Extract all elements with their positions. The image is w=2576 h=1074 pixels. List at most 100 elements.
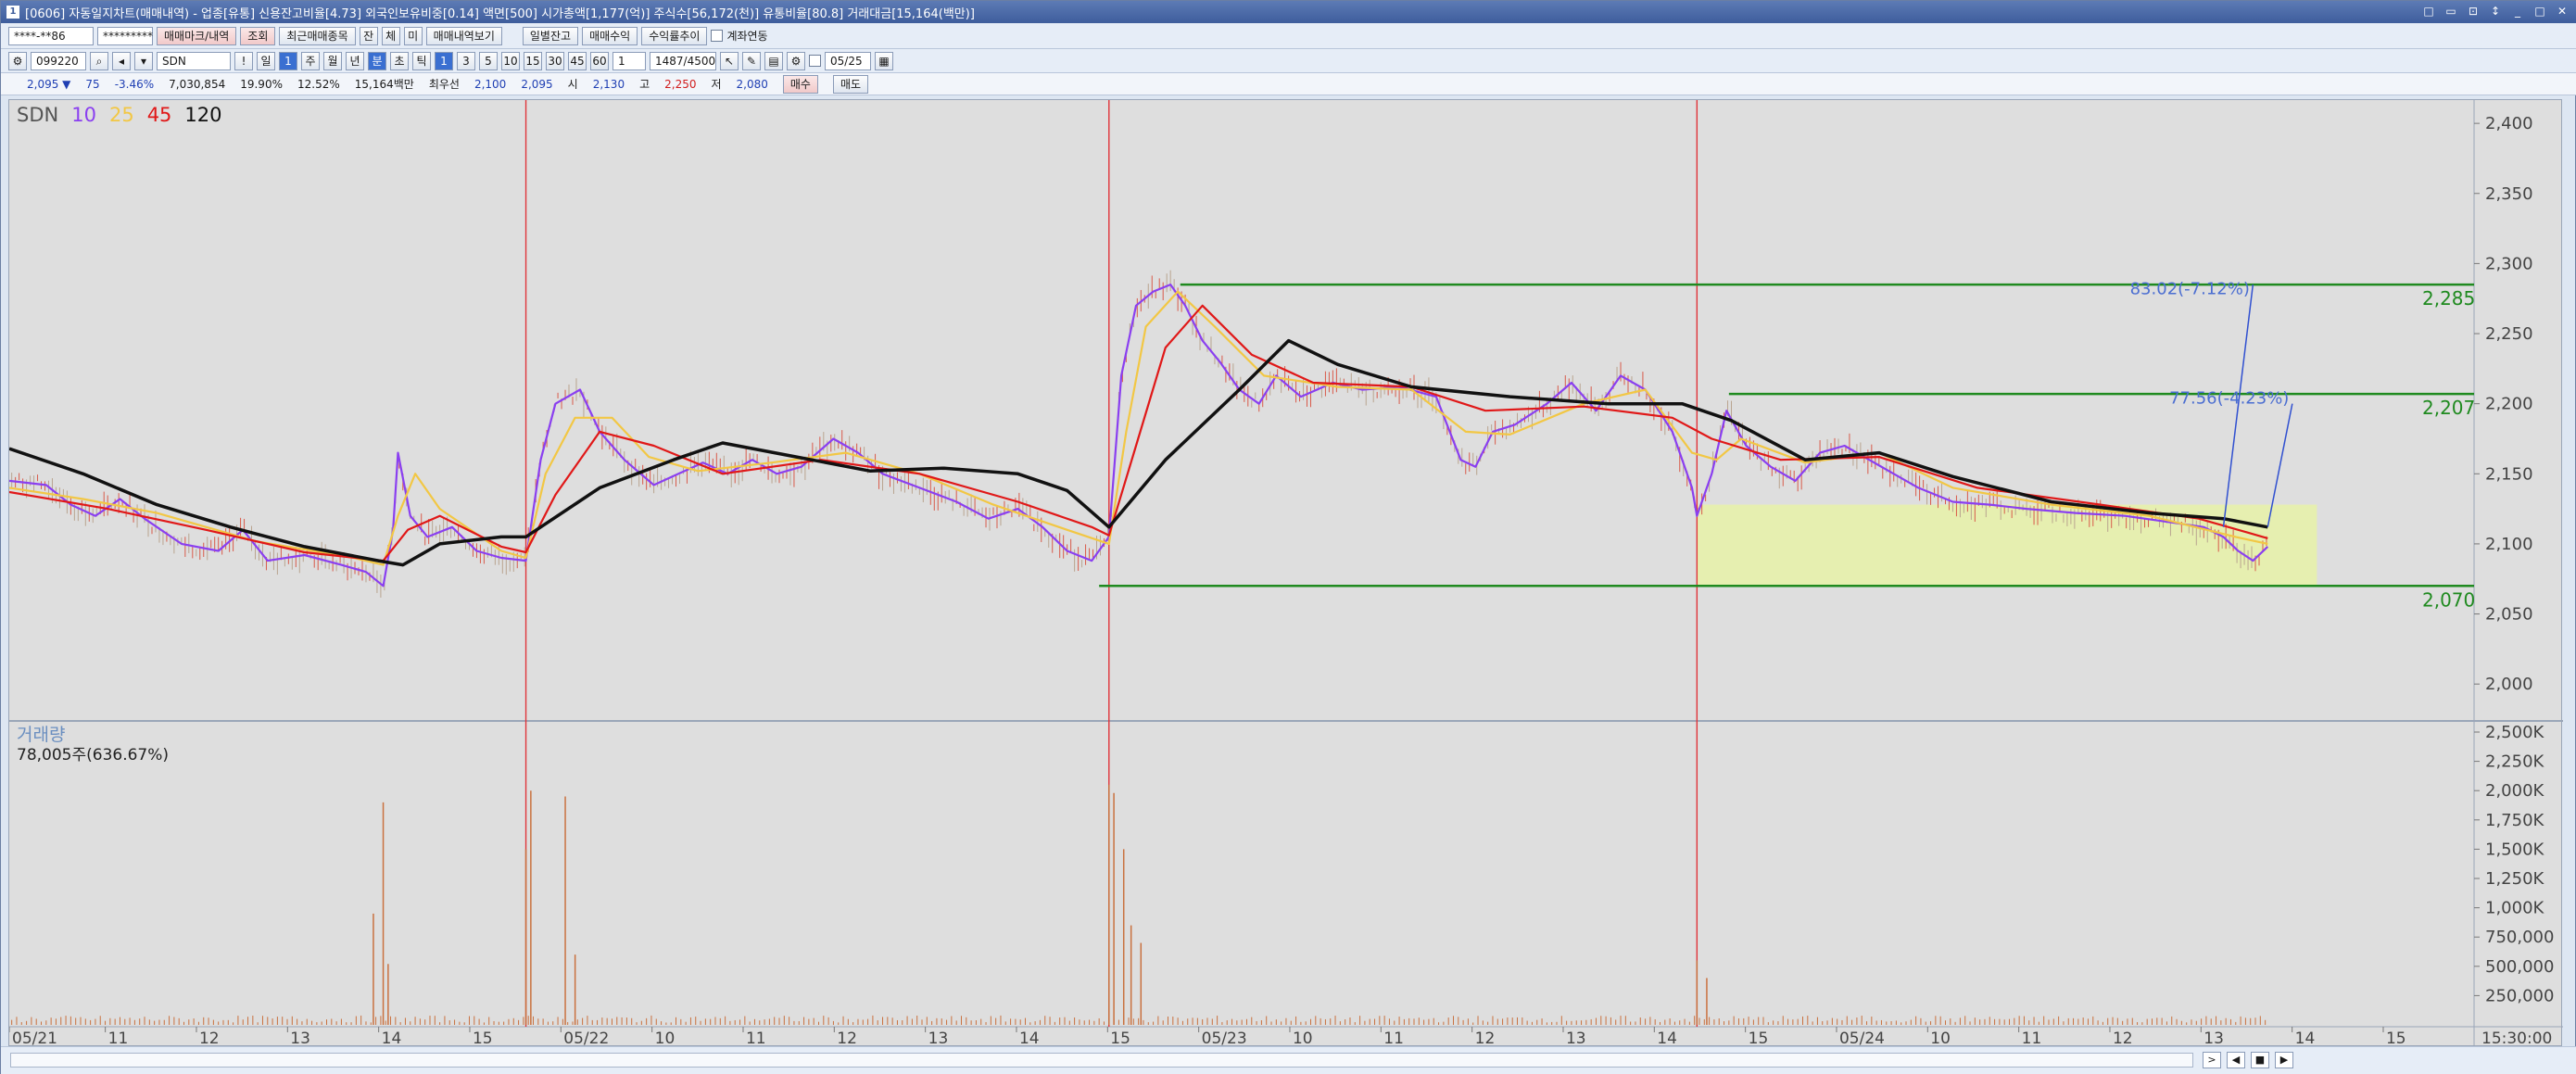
minute-1[interactable]: 1	[435, 51, 453, 70]
gear-icon[interactable]: ⚙	[787, 51, 805, 70]
minute-60[interactable]: 60	[590, 51, 609, 70]
level-label: 2,285	[2422, 287, 2475, 310]
minute-45[interactable]: 45	[568, 51, 587, 70]
period-day[interactable]: 일	[257, 51, 275, 70]
settings-icon[interactable]: ⚙	[8, 51, 27, 70]
pin-icon[interactable]: ⊡	[2466, 4, 2481, 19]
scroll-stop-button[interactable]: ■	[2251, 1052, 2269, 1068]
query-button[interactable]: 조회	[240, 26, 276, 45]
alert-icon[interactable]: !	[234, 51, 253, 70]
unexecuted-button[interactable]: 미	[403, 26, 423, 45]
daily-balance-button[interactable]: 일별잔고	[522, 26, 579, 45]
trend-label: 83.02(-7.12%)	[2130, 280, 2250, 299]
best-ask: 2,100	[474, 77, 507, 91]
trade-amount: 15,164백만	[354, 78, 414, 91]
profit-trend-button[interactable]: 수익률추이	[641, 26, 708, 45]
status-bar: > ◀ ■ ▶	[1, 1046, 2576, 1074]
minute-10[interactable]: 10	[501, 51, 520, 70]
stock-code-input[interactable]: 099220	[31, 51, 86, 70]
executed-button[interactable]: 체	[381, 26, 400, 45]
draw-icon[interactable]: ✎	[742, 51, 761, 70]
trade-mark-tab[interactable]: 매매마크/내역	[157, 26, 237, 45]
x-tick-label: 10	[1293, 1030, 1313, 1047]
buy-button[interactable]: 매수	[782, 74, 818, 94]
x-tick-label: 12	[1475, 1030, 1496, 1047]
range-field[interactable]: 1487/4500	[650, 51, 716, 70]
volume-tick-label: 1,250K	[2485, 869, 2545, 889]
close-icon[interactable]: ✕	[2555, 4, 2570, 19]
price-volume-chart[interactable]: 2,400 2,350 2,300 2,250 2,200 2,150 2,100 2,050…	[9, 100, 2563, 1047]
period-week[interactable]: 주	[301, 51, 320, 70]
period-count[interactable]: 1	[279, 51, 297, 70]
current-price: 2,095 ▼	[27, 77, 71, 91]
period-minute[interactable]: 분	[368, 51, 386, 70]
level-label: 2,207	[2422, 397, 2475, 419]
recent-stocks-button[interactable]: 최근매매종목	[279, 26, 356, 45]
price-info-row: 2,095 ▼ 75 -3.46% 7,030,854 19.90% 12.52…	[1, 73, 2576, 95]
volume-tick-label: 250,000	[2485, 986, 2554, 1005]
minute-15[interactable]: 15	[524, 51, 542, 70]
minute-5[interactable]: 5	[479, 51, 498, 70]
period-second[interactable]: 초	[390, 51, 409, 70]
volume-tick-label: 1,750K	[2485, 811, 2545, 830]
trade-profit-button[interactable]: 매매수익	[582, 26, 638, 45]
restore-icon[interactable]: ▭	[2443, 4, 2458, 19]
toolbar-account: ****-**86 ********* 매매마크/내역 조회 최근매매종목 잔 …	[1, 23, 2576, 49]
price-panel	[9, 100, 2474, 721]
sound-icon[interactable]: ◂	[112, 51, 131, 70]
view-history-button[interactable]: 매매내역보기	[425, 26, 502, 45]
x-tick-label: 14	[382, 1030, 402, 1047]
best-bid: 2,095	[521, 77, 553, 91]
search-icon[interactable]: ⌕	[90, 51, 108, 70]
x-tick-label: 11	[746, 1030, 766, 1047]
x-tick-label: 15	[473, 1030, 493, 1047]
x-tick-label: 15	[1749, 1030, 1769, 1047]
sell-button[interactable]: 매도	[832, 74, 869, 94]
volume-panel-sub: 78,005주(636.67%)	[17, 746, 170, 764]
minimize-icon[interactable]: _	[2510, 4, 2525, 19]
period-tick[interactable]: 틱	[412, 51, 431, 70]
scroll-next-button[interactable]: >	[2203, 1052, 2221, 1068]
x-tick-label: 14	[1657, 1030, 1677, 1047]
legend-ma120: 120	[184, 104, 222, 126]
legend-stock-name: SDN	[17, 104, 59, 126]
cursor-icon[interactable]: ↖	[720, 51, 739, 70]
x-tick-label: 13	[290, 1030, 310, 1047]
scroll-play-button[interactable]: ▶	[2275, 1052, 2293, 1068]
x-end-label: 15:30:00	[2481, 1030, 2552, 1047]
price-tick-label: 2,050	[2485, 605, 2533, 625]
volume-tick-label: 2,500K	[2485, 723, 2545, 742]
scroll-prev-button[interactable]: ◀	[2227, 1052, 2245, 1068]
period-year[interactable]: 년	[346, 51, 364, 70]
chart-window: 1 [0606] 자동일지차트(매매내역) - 업종[유통] 신용잔고비율[4.…	[0, 0, 2576, 1074]
expand-icon[interactable]: ↕	[2488, 4, 2503, 19]
legend-ma45: 45	[146, 104, 172, 126]
volume-tick-label: 1,000K	[2485, 899, 2545, 918]
account-link-checkbox[interactable]	[711, 30, 724, 42]
help-icon[interactable]: □	[2421, 4, 2436, 19]
x-tick-label: 05/22	[563, 1030, 609, 1047]
chart-area[interactable]: 2,400 2,350 2,300 2,250 2,200 2,150 2,100 2,050…	[8, 99, 2563, 1047]
price-change-pct: -3.46%	[114, 77, 155, 91]
date-checkbox[interactable]	[809, 55, 821, 67]
count-select[interactable]: 1	[612, 51, 646, 70]
period-month[interactable]: 월	[323, 51, 342, 70]
chart-scrollbar[interactable]	[10, 1053, 2193, 1068]
maximize-icon[interactable]: □	[2532, 4, 2547, 19]
dropdown-icon[interactable]: ▾	[134, 51, 153, 70]
minute-30[interactable]: 30	[546, 51, 564, 70]
calendar-icon[interactable]: ▦	[875, 51, 893, 70]
minute-3[interactable]: 3	[457, 51, 475, 70]
password-field[interactable]: *********	[97, 26, 153, 45]
date-field[interactable]: 05/25	[825, 51, 871, 70]
x-tick-label: 11	[2022, 1030, 2042, 1047]
account-select[interactable]: ****-**86	[8, 26, 94, 45]
volume-tick-label: 2,250K	[2485, 752, 2545, 772]
stock-name-field[interactable]: SDN	[157, 51, 231, 70]
trend-label: 77.56(-4.23%)	[2169, 389, 2289, 409]
balance-button[interactable]: 잔	[359, 26, 378, 45]
chart-legend: SDN 10 25 45 120	[17, 104, 222, 126]
low-label: 저	[711, 78, 722, 91]
price-tick-label: 2,400	[2485, 114, 2533, 133]
save-icon[interactable]: ▤	[764, 51, 783, 70]
